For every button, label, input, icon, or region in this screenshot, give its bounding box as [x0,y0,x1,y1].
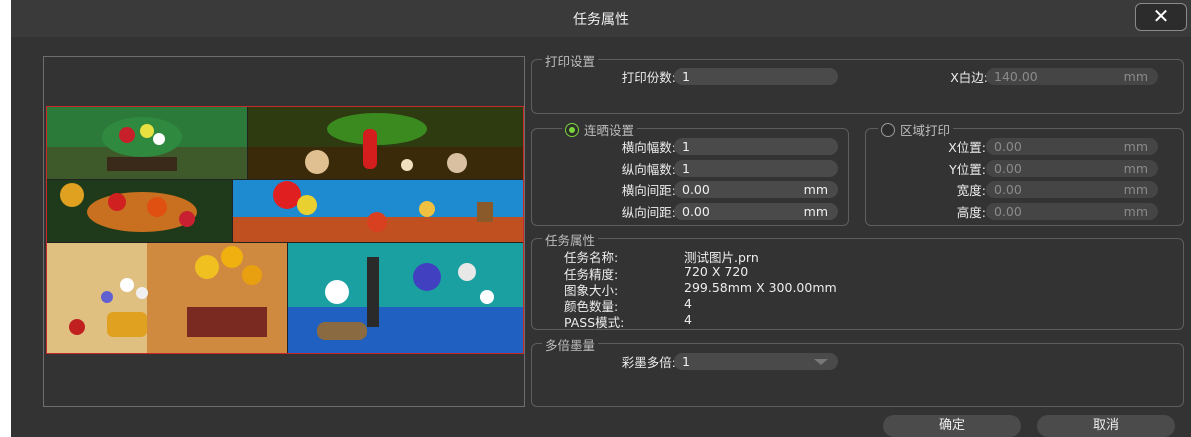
v-gap-input[interactable]: 0.00 mm [674,203,838,220]
x-margin-label: X白边: [950,70,988,85]
preview-image [46,106,524,354]
v-count-input[interactable]: 1 [674,160,838,177]
x-position-input[interactable]: 0.00 mm [986,138,1158,155]
h-gap-label: 横向间距: [621,183,676,198]
copies-input[interactable]: 1 [674,68,838,85]
h-count-label: 横向幅数: [621,140,676,155]
v-gap-label: 纵向间距: [621,205,676,220]
height-input[interactable]: 0.00 mm [986,203,1158,220]
radio-checked-icon[interactable] [565,122,579,137]
x-position-label: X位置: [948,140,986,155]
image-size-value: 299.58mm X 300.00mm [684,280,837,295]
task-properties-dialog: 任务属性 ✕ 打印设置 打印份数: 1 X白边: 140.00 mm 连晒设置 … [11,0,1191,437]
v-count-label: 纵向幅数: [621,162,676,177]
radio-unchecked-icon[interactable] [881,122,895,137]
task-properties-group: 任务属性 任务名称: 测试图片.prn 任务精度: 720 X 720 图象大小… [531,230,1184,330]
y-position-input[interactable]: 0.00 mm [986,160,1158,177]
print-settings-group: 打印设置 打印份数: 1 X白边: 140.00 mm [531,51,1184,114]
cancel-button[interactable]: 取消 [1037,415,1175,437]
tile-settings-group: 连晒设置 横向幅数: 1 纵向幅数: 1 横向间距: 0.00 mm 纵向间距:… [531,120,849,226]
window-title: 任务属性 [573,12,629,28]
pass-mode-value: 4 [684,312,692,327]
copies-label: 打印份数: [621,70,676,85]
flower-collage-graphic [47,107,523,353]
height-label: 高度: [956,205,986,220]
y-position-label: Y位置: [949,162,986,177]
chevron-down-icon [814,359,828,365]
pass-mode-key: PASS模式: [564,315,625,330]
image-preview-panel [43,56,525,407]
h-count-input[interactable]: 1 [674,138,838,155]
width-label: 宽度: [956,183,986,198]
close-button[interactable]: ✕ [1135,3,1187,31]
task-precision-value: 720 X 720 [684,264,749,279]
ok-button[interactable]: 确定 [883,415,1021,437]
multi-ink-group: 多倍墨量 彩墨多倍: 1 [531,335,1184,407]
close-icon: ✕ [1152,4,1170,28]
x-margin-input[interactable]: 140.00 mm [986,68,1158,85]
title-bar: 任务属性 ✕ [11,0,1191,37]
width-input[interactable]: 0.00 mm [986,181,1158,198]
color-multi-select[interactable]: 1 [674,353,838,370]
color-multi-label: 彩墨多倍: [621,355,676,370]
region-print-group: 区域打印 X位置: 0.00 mm Y位置: 0.00 mm 宽度: 0.00 … [865,120,1184,226]
h-gap-input[interactable]: 0.00 mm [674,181,838,198]
color-count-value: 4 [684,296,692,311]
